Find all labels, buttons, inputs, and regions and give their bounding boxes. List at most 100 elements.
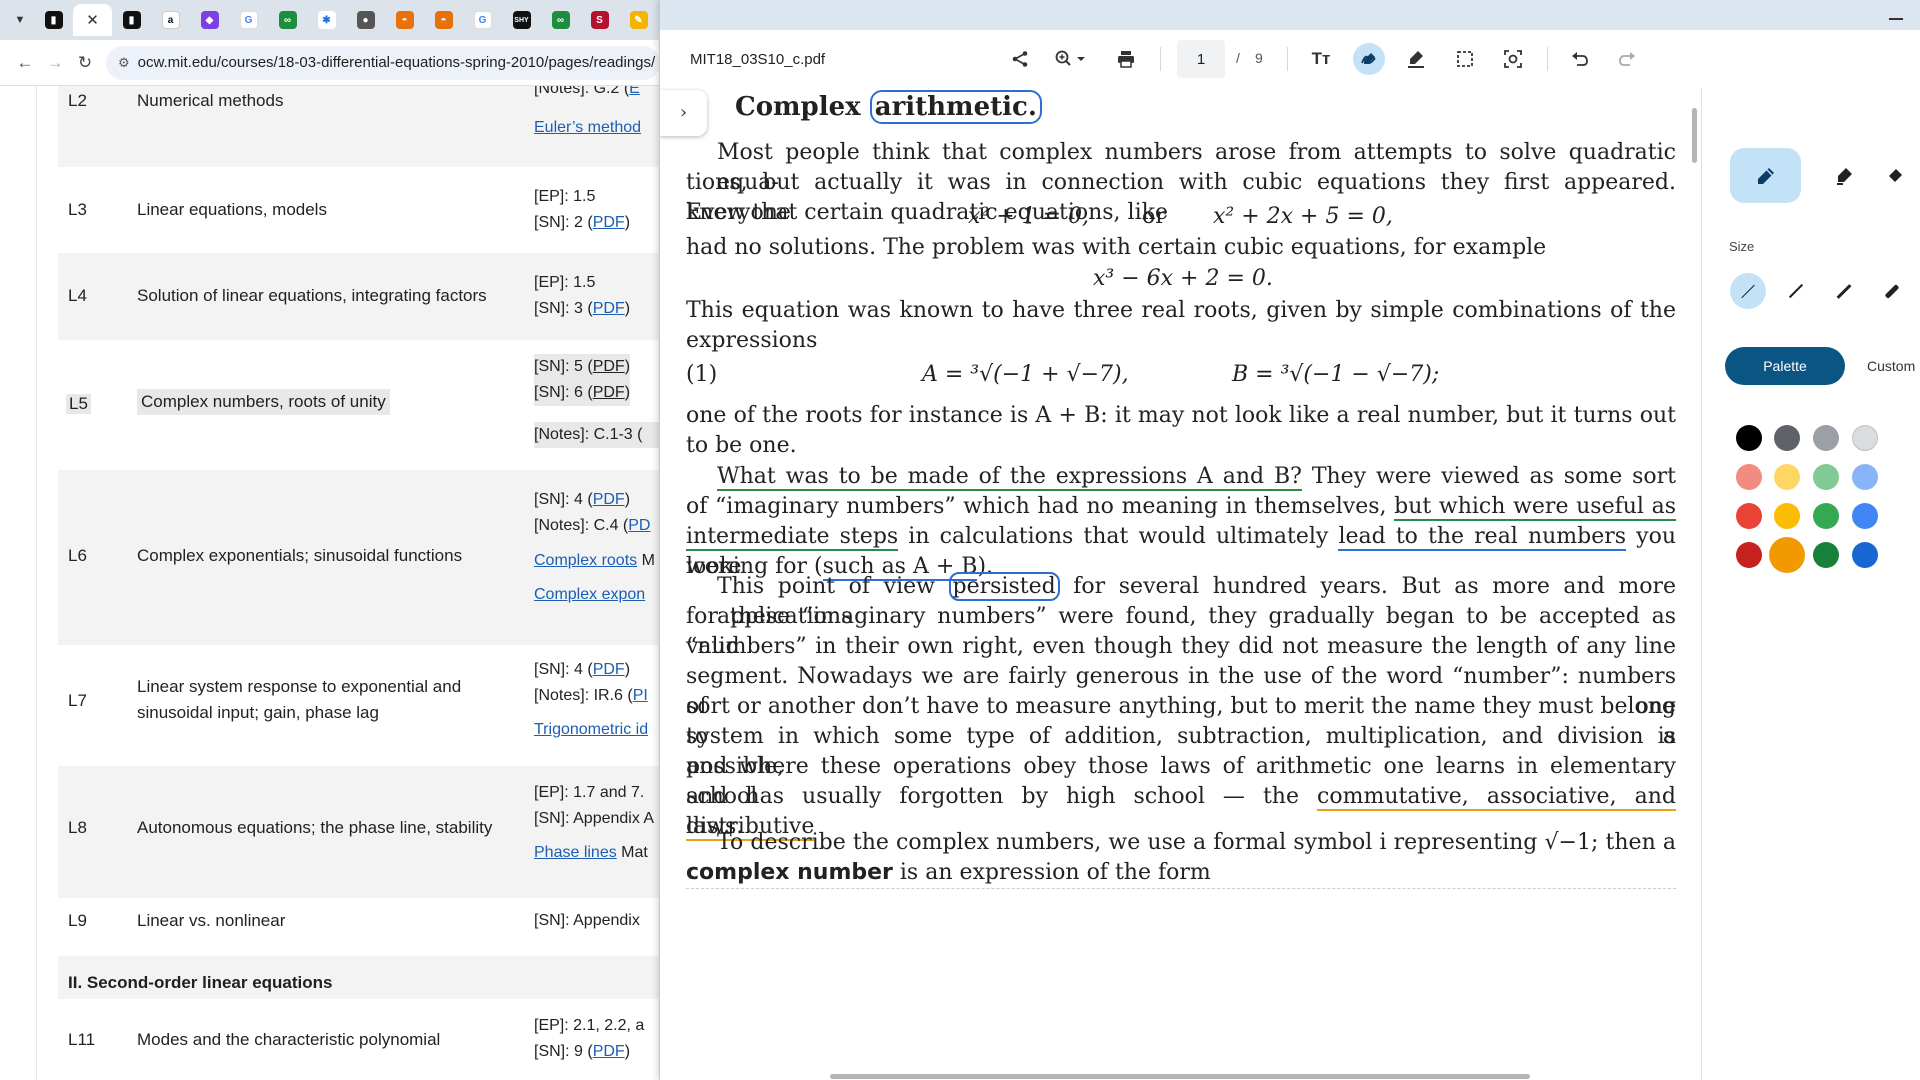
size-option-4[interactable]	[1874, 273, 1910, 309]
share-icon[interactable]	[1004, 43, 1036, 75]
color-swatch[interactable]	[1736, 503, 1762, 529]
minimize-icon[interactable]	[1889, 18, 1903, 20]
pdf-link[interactable]: PDF	[593, 1043, 625, 1060]
chevron-right-icon[interactable]: ›	[660, 90, 707, 136]
tab[interactable]: ∞	[541, 4, 580, 36]
pdf-link[interactable]: PD	[628, 517, 650, 534]
paragraph: This point of view persisted for several…	[686, 572, 1676, 841]
redo-icon[interactable]	[1611, 43, 1643, 75]
tab-palette[interactable]: Palette	[1725, 347, 1845, 385]
color-swatch[interactable]	[1774, 503, 1800, 529]
reading-ref: [SN]: 9 (PDF)	[534, 1043, 631, 1060]
pdf-link[interactable]: PDF	[593, 661, 625, 678]
reading-ref: [EP]: 1.7 and 7.	[534, 784, 645, 801]
color-swatch[interactable]	[1774, 464, 1800, 490]
reading-ref: [EP]: 1.5	[534, 274, 596, 291]
draw-icon[interactable]	[1353, 43, 1385, 75]
tab[interactable]: S	[580, 4, 619, 36]
pdf-link[interactable]: PDF	[593, 384, 625, 401]
phase-lines-link[interactable]: Phase lines	[534, 844, 617, 861]
color-swatch[interactable]	[1813, 542, 1839, 568]
size-option-2[interactable]	[1778, 273, 1814, 309]
back-icon[interactable]: ←	[10, 48, 40, 78]
color-swatch[interactable]	[1774, 425, 1800, 451]
pdf-link[interactable]: PDF	[593, 491, 625, 508]
tab-favicon-icon: ◓	[395, 11, 414, 29]
eraser-icon[interactable]	[1886, 148, 1920, 203]
complex-roots-link[interactable]: Complex roots	[534, 552, 637, 569]
reading-ref: [SN]: Appendix	[534, 912, 640, 929]
pen-icon[interactable]	[1730, 148, 1801, 203]
text-icon[interactable]: Tт	[1305, 43, 1337, 75]
page-total: 9	[1255, 50, 1263, 66]
highlight-icon[interactable]	[1400, 43, 1432, 75]
vertical-scrollbar[interactable]	[1692, 108, 1697, 163]
equation: x² + 2x + 5 = 0,	[1213, 204, 1393, 229]
pdf-link[interactable]: E	[629, 86, 640, 97]
table-row: L2 Numerical methods [Notes]: G.2 (E Eul…	[58, 86, 660, 167]
color-swatch[interactable]	[1736, 542, 1762, 568]
forward-icon[interactable]: →	[40, 48, 70, 78]
page-number-input[interactable]: 1	[1177, 40, 1225, 78]
lecture-title: Solution of linear equations, integratin…	[137, 286, 487, 305]
color-swatch[interactable]	[1852, 503, 1878, 529]
tab[interactable]: G	[229, 4, 268, 36]
tab[interactable]: ▮	[112, 4, 151, 36]
reload-icon[interactable]: ↻	[70, 48, 100, 78]
close-tab-icon[interactable]: ✕	[86, 11, 99, 29]
print-icon[interactable]	[1110, 43, 1142, 75]
reading-ref: [EP]: 2.1, 2.2, a	[534, 1017, 645, 1034]
color-swatch[interactable]	[1813, 464, 1839, 490]
color-swatch[interactable]	[1769, 537, 1805, 573]
undo-icon[interactable]	[1564, 43, 1596, 75]
zoom-icon[interactable]	[1050, 43, 1094, 75]
color-swatch[interactable]	[1852, 425, 1878, 451]
tab[interactable]: G	[463, 4, 502, 36]
eulers-method-link[interactable]: Euler’s method	[534, 119, 641, 136]
color-swatch[interactable]	[1736, 464, 1762, 490]
highlighter-icon[interactable]	[1808, 148, 1879, 203]
size-option-1[interactable]	[1730, 273, 1766, 309]
pdf-viewer-panel: MIT18_03S10_c.pdf 1 / 9 Tт › Complex ari…	[659, 0, 1920, 1080]
lecture-title: Complex numbers, roots of unity	[137, 389, 390, 415]
lecture-code: L6	[68, 546, 87, 565]
tab-favicon-icon: ●	[356, 11, 375, 29]
tab[interactable]: a	[151, 4, 190, 36]
tab[interactable]: SHY	[502, 4, 541, 36]
complex-exponentials-link[interactable]: Complex expon	[534, 586, 645, 603]
size-option-3[interactable]	[1826, 273, 1862, 309]
pdf-filename: MIT18_03S10_c.pdf	[690, 50, 826, 68]
select-area-icon[interactable]	[1449, 43, 1481, 75]
color-tabs: Palette Custom	[1725, 347, 1920, 385]
color-swatch[interactable]	[1813, 425, 1839, 451]
pdf-toolbar: MIT18_03S10_c.pdf 1 / 9 Tт	[660, 30, 1920, 88]
tab[interactable]: ∞	[268, 4, 307, 36]
tab[interactable]: ◆	[190, 4, 229, 36]
tab[interactable]: ●	[346, 4, 385, 36]
tab[interactable]: ◓	[385, 4, 424, 36]
color-swatch[interactable]	[1813, 503, 1839, 529]
pdf-link[interactable]: PDF	[593, 358, 625, 375]
pdf-link[interactable]: PDF	[593, 214, 625, 231]
tab[interactable]: ▮	[34, 4, 73, 36]
color-swatch[interactable]	[1736, 425, 1762, 451]
color-swatch[interactable]	[1852, 464, 1878, 490]
address-bar[interactable]: ⚙ ocw.mit.edu/courses/18-03-differential…	[106, 45, 660, 80]
find-icon[interactable]	[1497, 43, 1529, 75]
tab-search-chevron-icon[interactable]: ▼	[6, 6, 34, 34]
tab[interactable]: ◓	[424, 4, 463, 36]
reading-ref: [SN]: Appendix A	[534, 810, 655, 827]
tab-custom[interactable]: Custom	[1851, 347, 1920, 385]
tab[interactable]: ✎	[619, 4, 658, 36]
horizontal-scrollbar[interactable]	[830, 1074, 1530, 1079]
reading-ref: [SN]: 5 (PDF)	[534, 354, 631, 380]
pdf-link[interactable]: PDF	[593, 300, 625, 317]
color-swatch[interactable]	[1852, 542, 1878, 568]
tab[interactable]: ✱	[307, 4, 346, 36]
trigonometric-identities-link[interactable]: Trigonometric id	[534, 721, 648, 738]
reading-ref: [SN]: 6 (PDF)	[534, 380, 631, 406]
site-info-icon[interactable]: ⚙	[118, 55, 130, 71]
pdf-link[interactable]: PI	[633, 687, 648, 704]
reading-ref: [SN]: 3 (PDF)	[534, 300, 631, 317]
tab-active[interactable]: ✕	[73, 4, 112, 36]
